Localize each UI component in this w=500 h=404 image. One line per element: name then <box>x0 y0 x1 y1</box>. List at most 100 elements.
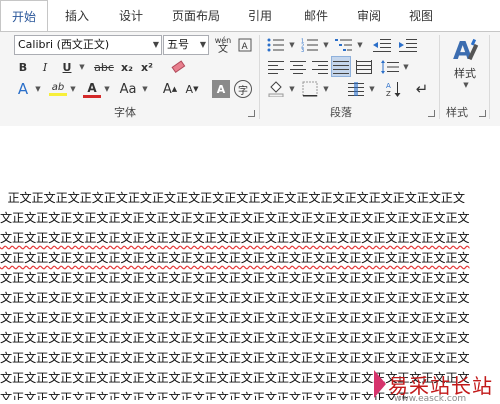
chevron-down-icon[interactable]: ▼ <box>200 36 206 54</box>
styles-gallery-button[interactable]: A 样式 ▼ <box>445 34 485 90</box>
superscript-button[interactable]: x² <box>138 58 156 76</box>
styles-dialog-launcher-icon[interactable] <box>479 110 486 117</box>
group-divider <box>439 35 440 119</box>
chevron-down-icon: ▼ <box>323 41 329 49</box>
chevron-down-icon: ▼ <box>104 85 110 93</box>
svg-text:A: A <box>242 42 249 52</box>
font-size-combo[interactable]: 五号 ▼ <box>163 35 209 55</box>
borders-button[interactable] <box>300 80 320 98</box>
numbering-button[interactable]: 123 <box>300 36 320 54</box>
multilevel-list-button[interactable] <box>334 36 354 54</box>
tab-insert[interactable]: 插入 <box>52 0 102 31</box>
grow-font-glyph: A <box>162 81 172 97</box>
underline-button[interactable]: U <box>58 58 76 76</box>
grow-font-button[interactable]: A ▲ <box>160 80 180 98</box>
strikethrough-button[interactable]: abc <box>92 58 116 76</box>
phonetic-guide-button[interactable]: wén 文 <box>212 35 234 55</box>
chevron-down-icon: ▼ <box>323 85 329 93</box>
highlight-swatch <box>49 93 67 96</box>
font-name-value: Calibri (西文正文) <box>18 38 110 51</box>
svg-text:Z: Z <box>386 90 391 97</box>
font-group-label: 字体 <box>114 106 136 119</box>
subscript-button[interactable]: x₂ <box>118 58 136 76</box>
align-left-icon <box>268 61 284 74</box>
align-left-button[interactable] <box>266 58 286 76</box>
group-divider <box>259 35 260 119</box>
body-text-line[interactable]: 文正文正文正文正文正文正文正文正文正文正文正文正文正文正文正文正文正文正文正文 <box>0 208 470 228</box>
svg-text:A: A <box>386 82 391 90</box>
clear-formatting-button[interactable]: A <box>234 35 256 55</box>
enclose-characters-button[interactable]: 字 <box>234 80 252 98</box>
increase-indent-button[interactable] <box>398 36 418 54</box>
eraser-icon <box>171 60 186 74</box>
font-color-button[interactable]: A <box>82 80 102 98</box>
text-effects-button[interactable]: A <box>14 80 32 98</box>
tab-page-layout[interactable]: 页面布局 <box>164 0 228 31</box>
body-text-line[interactable]: 文正文正文正文正文正文正文正文正文正文正文正文正文正文正文正文正文正文正文正文 <box>0 248 470 268</box>
tab-design[interactable]: 设计 <box>106 0 156 31</box>
font-color-dropdown[interactable]: ▼ <box>102 80 110 98</box>
paragraph-dialog-launcher-icon[interactable] <box>428 110 435 117</box>
chinese-layout-button[interactable] <box>346 80 366 98</box>
font-dialog-launcher-icon[interactable] <box>248 110 255 117</box>
chevron-down-icon: ▼ <box>289 41 295 49</box>
sort-button[interactable]: AZ <box>384 80 404 98</box>
decrease-indent-button[interactable] <box>372 36 392 54</box>
paragraph-group-label: 段落 <box>330 106 352 119</box>
highlight-dropdown[interactable]: ▼ <box>68 80 76 98</box>
document-canvas[interactable]: 正文正文正文正文正文正文正文正文正文正文正文正文正文正文正文正文正文正文正文 文… <box>0 126 500 400</box>
tab-mailings[interactable]: 邮件 <box>292 0 340 31</box>
font-name-combo[interactable]: Calibri (西文正文) ▼ <box>14 35 162 55</box>
change-case-button[interactable]: Aa <box>116 80 140 98</box>
tab-home[interactable]: 开始 <box>0 0 48 32</box>
chevron-down-icon[interactable]: ▼ <box>153 36 159 54</box>
tab-review[interactable]: 审阅 <box>346 0 392 31</box>
chevron-down-icon: ▼ <box>79 63 85 71</box>
body-text-line[interactable]: 文正文正文正文正文正文正文正文正文正文正文正文正文正文正文正文正文正文正文正文 <box>0 228 470 248</box>
shading-dropdown[interactable]: ▼ <box>287 80 295 98</box>
highlight-button[interactable]: ab <box>48 80 68 98</box>
line-spacing-dropdown[interactable]: ▼ <box>401 58 409 76</box>
shading-button[interactable] <box>266 80 286 98</box>
line-spacing-icon <box>381 60 399 74</box>
character-shading-button[interactable]: A <box>212 80 230 98</box>
body-text-line[interactable]: 正文正文正文正文正文正文正文正文正文正文正文正文正文正文正文正文正文正文正文 <box>0 188 465 208</box>
pilcrow-icon: ↵ <box>415 80 429 98</box>
align-center-button[interactable] <box>288 58 308 76</box>
font-color-glyph: A <box>87 80 97 95</box>
multilevel-list-dropdown[interactable]: ▼ <box>355 36 363 54</box>
body-text-line[interactable]: 文正文正文正文正文正文正文正文正文正文正文正文正文正文正文正文正文正 <box>0 388 409 400</box>
justify-button[interactable] <box>331 56 351 77</box>
body-text-line[interactable]: 文正文正文正文正文正文正文正文正文正文正文正文正文正文正文正文正文正文正文正文 <box>0 268 470 288</box>
font-color-swatch <box>83 94 101 98</box>
shrink-font-button[interactable]: A ▼ <box>182 80 202 98</box>
font-size-value: 五号 <box>167 38 189 51</box>
body-text-line[interactable]: 文正文正文正文正文正文正文正文正文正文正文正文正文正文正文正文正文正文正文正文 <box>0 308 470 328</box>
chinese-layout-icon <box>348 82 364 96</box>
body-text-line[interactable]: 文正文正文正文正文正文正文正文正文正文正文正文正文正文正文正文正文正文正文正文 <box>0 348 470 368</box>
change-case-dropdown[interactable]: ▼ <box>140 80 148 98</box>
chevron-down-icon: ▼ <box>70 85 76 93</box>
distributed-button[interactable] <box>354 58 374 76</box>
line-spacing-button[interactable] <box>380 58 400 76</box>
underline-dropdown[interactable]: ▼ <box>76 58 86 76</box>
bullets-button[interactable] <box>266 36 286 54</box>
show-hide-marks-button[interactable]: ↵ <box>412 80 432 98</box>
tab-references[interactable]: 引用 <box>236 0 284 31</box>
distribute-icon <box>356 60 372 74</box>
borders-dropdown[interactable]: ▼ <box>321 80 329 98</box>
body-text-line[interactable]: 文正文正文正文正文正文正文正文正文正文正文正文正文正文正文正文正文正文正文正文 <box>0 288 470 308</box>
clear-format-button[interactable] <box>168 57 188 75</box>
body-text-line[interactable]: 文正文正文正文正文正文正文正文正文正文正文正文正文正文正文正文正文正文正文正文 <box>0 328 470 348</box>
align-right-button[interactable] <box>310 58 330 76</box>
bold-button[interactable]: B <box>14 58 32 76</box>
styles-button-label: 样式 <box>454 67 476 80</box>
text-effects-dropdown[interactable]: ▼ <box>33 80 41 98</box>
svg-text:3: 3 <box>301 48 304 52</box>
styles-a-brush-icon: A <box>453 36 479 63</box>
numbering-dropdown[interactable]: ▼ <box>321 36 329 54</box>
bullets-dropdown[interactable]: ▼ <box>287 36 295 54</box>
tab-view[interactable]: 视图 <box>398 0 444 31</box>
italic-button[interactable]: I <box>36 58 54 76</box>
chinese-layout-dropdown[interactable]: ▼ <box>367 80 375 98</box>
